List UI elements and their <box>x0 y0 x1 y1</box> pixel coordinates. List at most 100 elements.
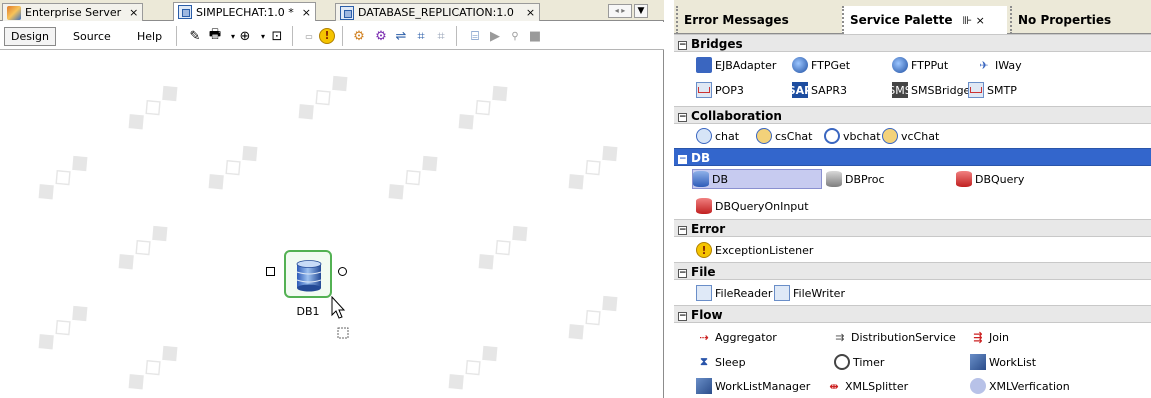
palette-item-smsbridge[interactable]: SMS SMSBridge <box>888 80 970 100</box>
help-button[interactable]: Help <box>130 27 169 46</box>
tab-database-replication[interactable]: DATABASE_REPLICATION:1.0 × <box>335 3 541 21</box>
stop-icon[interactable]: ■ <box>526 27 544 45</box>
palette-item-filewriter[interactable]: FileWriter <box>774 283 845 303</box>
collapse-icon[interactable]: − <box>678 155 687 164</box>
source-button[interactable]: Source <box>66 27 118 46</box>
item-label: Sleep <box>715 355 746 369</box>
item-label: XMLSplitter <box>845 379 909 393</box>
palette-item-vcchat[interactable]: vcChat <box>882 126 939 146</box>
tab-simplechat[interactable]: SIMPLECHAT:1.0 * × <box>173 2 316 21</box>
palette-item-db[interactable]: DB <box>692 169 822 189</box>
debug-icon[interactable]: ⚲ <box>506 27 524 45</box>
close-icon[interactable]: × <box>526 6 535 19</box>
palette-item-worklistmanager[interactable]: WorkListManager <box>696 376 810 396</box>
distribution-icon: ⇉ <box>835 330 845 344</box>
align-icon[interactable]: ⌗ <box>432 27 450 45</box>
toolbar-separator <box>456 26 457 46</box>
item-label: Aggregator <box>715 330 777 344</box>
design-canvas[interactable]: ◆◇◆ ◆◇◆ ◆◇◆ ◆◇◆ ◆◇◆ ◆◇◆ ◆◇◆ ◆◇◆ ◆◇◆ ◆◇◆ … <box>0 51 663 398</box>
output-port[interactable] <box>338 267 347 276</box>
label-icon[interactable]: ▭ <box>300 27 318 45</box>
palette-item-pop3[interactable]: POP3 <box>696 80 744 100</box>
fit-to-window-icon[interactable]: ⊡ <box>268 27 286 45</box>
close-icon[interactable]: × <box>302 6 311 19</box>
category-bridges[interactable]: − Bridges <box>674 34 1151 52</box>
palette-item-xmlverfication[interactable]: XMLVerfication <box>970 376 1070 396</box>
input-port[interactable] <box>266 267 275 276</box>
tab-service-palette[interactable]: Service Palette ⊪ × <box>842 6 1007 34</box>
palette-item-smtp[interactable]: SMTP <box>968 80 1017 100</box>
palette-item-aggregator[interactable]: ⇢ Aggregator <box>696 327 777 347</box>
palette-item-distributionservice[interactable]: ⇉ DistributionService <box>832 327 955 347</box>
db-proc-icon <box>826 171 842 187</box>
palette-item-filereader[interactable]: FileReader <box>696 283 772 303</box>
mouse-cursor-icon <box>331 296 349 339</box>
palette-item-ftpget[interactable]: FTPGet <box>792 55 850 75</box>
timer-icon <box>834 354 850 370</box>
palette-item-join[interactable]: ⇶ Join <box>970 327 1009 347</box>
link-icon[interactable]: ⇌ <box>392 27 410 45</box>
editor-tab-bar: Enterprise Server × SIMPLECHAT:1.0 * × D… <box>0 0 664 21</box>
warning-icon[interactable]: ! <box>318 27 336 45</box>
db-node[interactable] <box>284 250 332 298</box>
category-error[interactable]: − Error <box>674 219 1151 237</box>
palette-item-ftpput[interactable]: FTPPut <box>892 55 948 75</box>
database-icon <box>693 171 709 187</box>
category-label: Collaboration <box>691 109 782 123</box>
collapse-icon[interactable]: − <box>678 41 687 50</box>
tab-controls[interactable]: ⊪ × <box>963 14 985 27</box>
node-label: DB1 <box>296 305 320 318</box>
category-file[interactable]: − File <box>674 262 1151 280</box>
mail-icon <box>968 82 984 98</box>
watermark: ◆◇◆ <box>558 283 628 349</box>
deploy-icon[interactable]: ⌸ <box>466 27 484 45</box>
collapse-icon[interactable]: − <box>678 312 687 321</box>
palette-item-iway[interactable]: ✈ IWay <box>976 55 1022 75</box>
palette-item-cschat[interactable]: csChat <box>756 126 813 146</box>
warning-icon: ! <box>696 242 712 258</box>
palette-item-chat[interactable]: chat <box>696 126 739 146</box>
palette-item-xmlsplitter[interactable]: ⇹ XMLSplitter <box>826 376 908 396</box>
palette-pane: Error Messages Service Palette ⊪ × No Pr… <box>674 0 1151 398</box>
collapse-icon[interactable]: − <box>678 226 687 235</box>
palette-item-worklist[interactable]: WorkList <box>970 352 1036 372</box>
tab-scroll-arrows[interactable]: ◂ ▸ <box>608 4 632 18</box>
category-flow[interactable]: − Flow <box>674 305 1151 323</box>
watermark: ◆◇◆ <box>448 73 518 139</box>
palette-item-exceptionlistener[interactable]: ! ExceptionListener <box>696 240 813 260</box>
item-label: XMLVerfication <box>989 379 1070 393</box>
enterprise-server-icon <box>7 5 21 20</box>
category-collaboration[interactable]: − Collaboration <box>674 106 1151 124</box>
design-button[interactable]: Design <box>4 27 56 46</box>
palette-item-dbqueryoninput[interactable]: DBQueryOnInput <box>696 196 809 216</box>
tab-list-dropdown-icon[interactable]: ▼ <box>634 4 648 18</box>
close-icon[interactable]: × <box>129 6 138 19</box>
layout-icon[interactable]: ⌗ <box>412 27 430 45</box>
watermark: ◆◇◆ <box>378 143 448 209</box>
sap-icon: SAP <box>787 82 813 98</box>
pencil-icon[interactable]: ✎ <box>186 27 204 45</box>
zoom-icon[interactable]: ⊕ <box>236 27 254 45</box>
tab-error-messages[interactable]: Error Messages <box>676 6 840 34</box>
item-label: csChat <box>775 129 813 143</box>
palette-item-dbproc[interactable]: DBProc <box>826 169 885 189</box>
palette-item-ejbadapter[interactable]: EJBAdapter <box>696 55 776 75</box>
palette-item-sleep[interactable]: ⧗ Sleep <box>696 352 746 372</box>
run-icon[interactable]: ▶ <box>486 27 504 45</box>
category-db[interactable]: − DB <box>674 148 1151 166</box>
disconnect-icon[interactable]: ⚙ <box>372 27 390 45</box>
palette-item-vbchat[interactable]: vbchat <box>824 126 881 146</box>
item-label: DBProc <box>845 172 885 186</box>
palette-item-sapr3[interactable]: SAP SAPR3 <box>787 80 847 100</box>
collapse-icon[interactable]: − <box>678 269 687 278</box>
xml-verification-icon <box>970 378 986 394</box>
palette-item-dbquery[interactable]: DBQuery <box>956 169 1024 189</box>
item-label: IWay <box>995 58 1022 72</box>
tab-enterprise-server[interactable]: Enterprise Server × <box>2 3 144 21</box>
chat-icon <box>696 128 712 144</box>
collapse-icon[interactable]: − <box>678 113 687 122</box>
tab-no-properties[interactable]: No Properties <box>1010 6 1151 34</box>
connect-icon[interactable]: ⚙ <box>350 27 368 45</box>
palette-item-timer[interactable]: Timer <box>834 352 884 372</box>
print-icon[interactable]: 🖶 <box>206 27 224 45</box>
